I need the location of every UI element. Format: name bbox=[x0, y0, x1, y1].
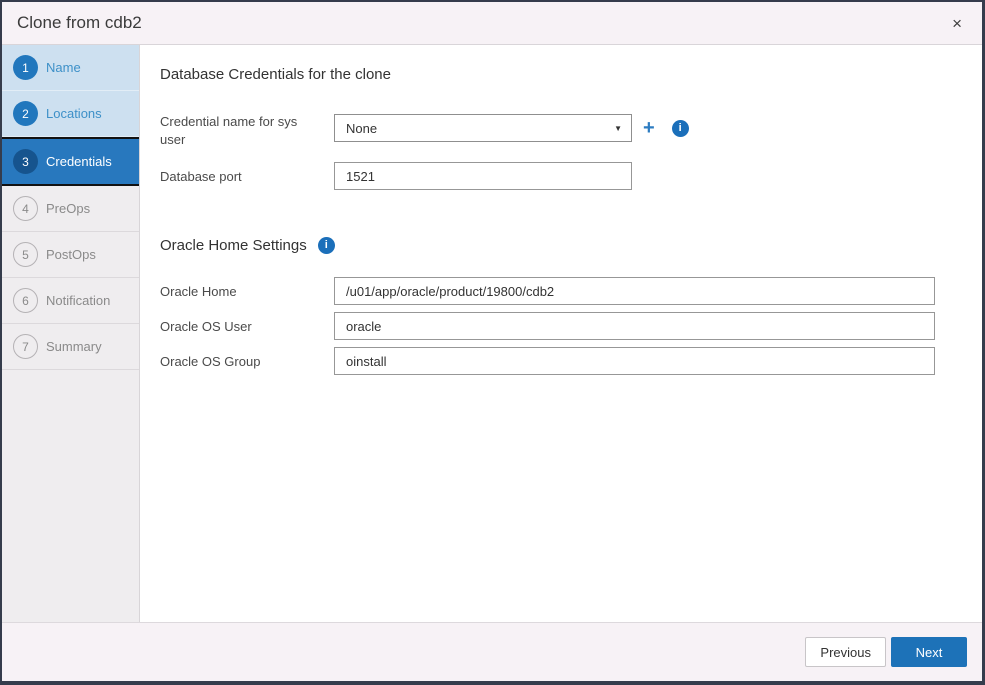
chevron-down-icon: ▼ bbox=[614, 124, 622, 133]
step-number-badge: 6 bbox=[13, 288, 38, 313]
step-number-badge: 7 bbox=[13, 334, 38, 359]
previous-button[interactable]: Previous bbox=[805, 637, 886, 667]
credential-info-icon[interactable]: i bbox=[672, 120, 689, 137]
step-label: PostOps bbox=[46, 247, 96, 262]
database-port-label: Database port bbox=[160, 162, 334, 190]
next-button[interactable]: Next bbox=[891, 637, 967, 667]
oracle-home-section-heading: Oracle Home Settings i bbox=[160, 237, 962, 254]
step-label: Locations bbox=[46, 106, 102, 121]
step-number-badge: 2 bbox=[13, 101, 38, 126]
credentials-section-heading: Database Credentials for the clone bbox=[160, 66, 962, 83]
oracle-os-group-row: Oracle OS Group bbox=[160, 347, 962, 375]
wizard-steps-sidebar: 1 Name 2 Locations 3 Credentials 4 PreOp… bbox=[2, 45, 140, 622]
oracle-home-heading-text: Oracle Home Settings bbox=[160, 237, 307, 254]
add-credential-icon[interactable]: + bbox=[643, 118, 655, 138]
oracle-os-group-label: Oracle OS Group bbox=[160, 347, 334, 375]
step-name[interactable]: 1 Name bbox=[2, 45, 139, 91]
step-number-badge: 1 bbox=[13, 55, 38, 80]
database-port-input[interactable] bbox=[334, 162, 632, 190]
step-number-badge: 5 bbox=[13, 242, 38, 267]
clone-wizard-dialog: Clone from cdb2 × 1 Name 2 Locations 3 C… bbox=[0, 0, 985, 685]
oracle-os-user-input[interactable] bbox=[334, 312, 935, 340]
dialog-title: Clone from cdb2 bbox=[17, 13, 142, 33]
step-label: Notification bbox=[46, 293, 110, 308]
credential-name-label: Credential name for sys user bbox=[160, 107, 334, 149]
step-label: Summary bbox=[46, 339, 102, 354]
oracle-os-user-row: Oracle OS User bbox=[160, 312, 962, 340]
oracle-home-label: Oracle Home bbox=[160, 277, 334, 305]
oracle-home-input[interactable] bbox=[334, 277, 935, 305]
oracle-os-user-label: Oracle OS User bbox=[160, 312, 334, 340]
step-summary[interactable]: 7 Summary bbox=[2, 324, 139, 370]
step-label: PreOps bbox=[46, 201, 90, 216]
close-icon[interactable]: × bbox=[948, 13, 966, 34]
selected-credential: None bbox=[346, 121, 377, 136]
oracle-home-info-icon[interactable]: i bbox=[318, 237, 335, 254]
titlebar: Clone from cdb2 × bbox=[2, 2, 982, 45]
step-notification[interactable]: 6 Notification bbox=[2, 278, 139, 324]
step-number-badge: 3 bbox=[13, 149, 38, 174]
step-label: Credentials bbox=[46, 154, 112, 169]
credentials-step-panel: Database Credentials for the clone Crede… bbox=[140, 45, 982, 622]
step-credentials[interactable]: 3 Credentials bbox=[2, 137, 139, 186]
wizard-footer: Previous Next bbox=[2, 622, 982, 681]
credential-name-row: Credential name for sys user None ▼ + i bbox=[160, 107, 962, 149]
oracle-home-row: Oracle Home bbox=[160, 277, 962, 305]
credential-name-select[interactable]: None ▼ bbox=[334, 114, 632, 142]
step-preops[interactable]: 4 PreOps bbox=[2, 186, 139, 232]
step-label: Name bbox=[46, 60, 81, 75]
step-locations[interactable]: 2 Locations bbox=[2, 91, 139, 137]
oracle-os-group-input[interactable] bbox=[334, 347, 935, 375]
database-port-row: Database port bbox=[160, 162, 962, 190]
step-number-badge: 4 bbox=[13, 196, 38, 221]
step-postops[interactable]: 5 PostOps bbox=[2, 232, 139, 278]
